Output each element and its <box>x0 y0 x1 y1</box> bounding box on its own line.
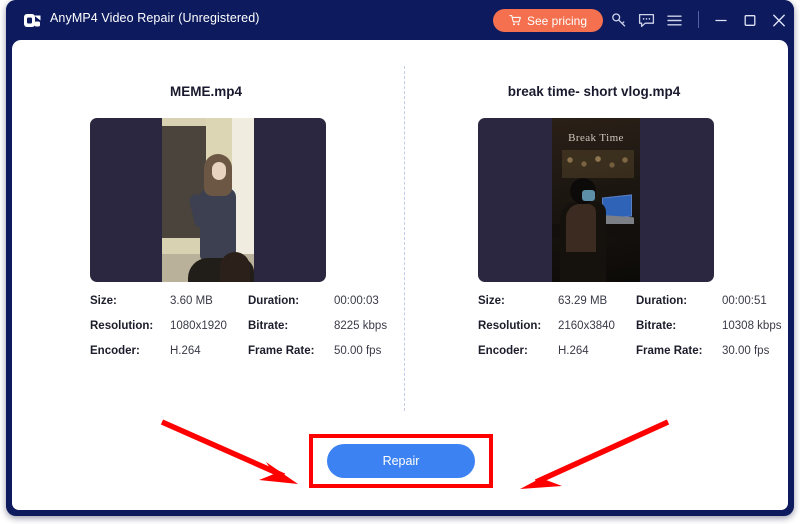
encoder-value: H.264 <box>558 345 636 357</box>
thumbnail-frame-left <box>162 118 254 282</box>
bitrate-label: Bitrate: <box>636 320 722 332</box>
video-metadata-left: Size: 3.60 MB Duration: 00:00:03 Resolut… <box>12 295 400 370</box>
thumb-person-mask <box>582 190 595 201</box>
meta-row: Encoder: H.264 Frame Rate: 50.00 fps <box>12 345 400 370</box>
video-metadata-right: Size: 63.29 MB Duration: 00:00:51 Resolu… <box>400 295 788 370</box>
meta-row: Encoder: H.264 Frame Rate: 30.00 fps <box>400 345 788 370</box>
size-value: 3.60 MB <box>170 295 248 307</box>
content-area: MEME.mp4 Size: <box>12 40 788 510</box>
video-panel-left: MEME.mp4 Size: <box>12 40 400 440</box>
resolution-value: 2160x3840 <box>558 320 636 332</box>
size-value: 63.29 MB <box>558 295 636 307</box>
video-file-name: break time- short vlog.mp4 <box>400 84 788 99</box>
thumb-face <box>212 162 226 180</box>
see-pricing-button[interactable]: See pricing <box>493 9 603 32</box>
bitrate-value: 8225 kbps <box>334 320 400 332</box>
framerate-label: Frame Rate: <box>636 345 722 357</box>
encoder-label: Encoder: <box>12 345 170 357</box>
thumbnail-overlay-text: Break Time <box>552 132 640 144</box>
shopping-cart-icon <box>509 14 522 27</box>
video-panel-right: break time- short vlog.mp4 Break Time <box>400 40 788 440</box>
video-file-name: MEME.mp4 <box>12 84 400 99</box>
message-bubble-icon[interactable] <box>637 11 656 30</box>
encoder-value: H.264 <box>170 345 248 357</box>
size-label: Size: <box>12 295 170 307</box>
duration-label: Duration: <box>636 295 722 307</box>
bitrate-value: 10308 kbps <box>722 320 788 332</box>
bitrate-label: Bitrate: <box>248 320 334 332</box>
meta-row: Size: 3.60 MB Duration: 00:00:03 <box>12 295 400 320</box>
app-logo-icon <box>23 11 42 30</box>
video-thumbnail-left[interactable] <box>90 118 326 282</box>
thumb-person-shoulder <box>566 204 596 252</box>
app-window: AnyMP4 Video Repair (Unregistered) See p… <box>6 0 794 516</box>
duration-value: 00:00:03 <box>334 295 400 307</box>
title-bar: AnyMP4 Video Repair (Unregistered) See p… <box>6 0 794 40</box>
meta-row: Resolution: 1080x1920 Bitrate: 8225 kbps <box>12 320 400 345</box>
resolution-label: Resolution: <box>400 320 558 332</box>
thumb-wall-decor <box>564 154 632 172</box>
thumbnail-frame-right: Break Time <box>552 118 640 282</box>
meta-row: Size: 63.29 MB Duration: 00:00:51 <box>400 295 788 320</box>
app-title: AnyMP4 Video Repair (Unregistered) <box>50 11 260 25</box>
duration-label: Duration: <box>248 295 334 307</box>
framerate-label: Frame Rate: <box>248 345 334 357</box>
thumb-foreground-head <box>220 252 250 282</box>
repair-button[interactable]: Repair <box>327 444 475 478</box>
resolution-value: 1080x1920 <box>170 320 248 332</box>
meta-row: Resolution: 2160x3840 Bitrate: 10308 kbp… <box>400 320 788 345</box>
see-pricing-label: See pricing <box>527 14 587 28</box>
hamburger-menu-icon[interactable] <box>665 11 684 30</box>
maximize-button[interactable] <box>739 10 761 31</box>
duration-value: 00:00:51 <box>722 295 788 307</box>
video-thumbnail-right[interactable]: Break Time <box>478 118 714 282</box>
close-button[interactable] <box>768 10 790 31</box>
size-label: Size: <box>400 295 558 307</box>
key-icon[interactable] <box>610 11 629 30</box>
encoder-label: Encoder: <box>400 345 558 357</box>
minimize-button[interactable] <box>710 10 732 31</box>
framerate-value: 30.00 fps <box>722 345 788 357</box>
resolution-label: Resolution: <box>12 320 170 332</box>
framerate-value: 50.00 fps <box>334 345 400 357</box>
titlebar-divider <box>698 11 699 28</box>
